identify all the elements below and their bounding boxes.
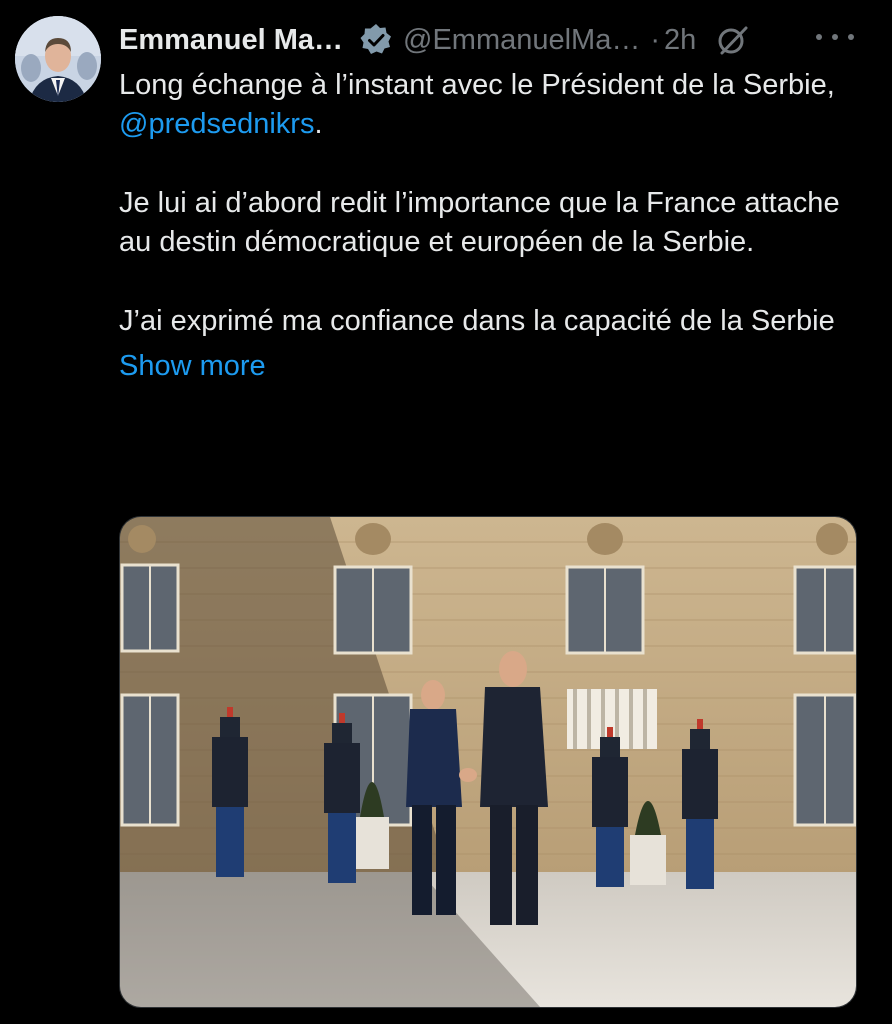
- tweet-text: Long échange à l’instant avec le Préside…: [119, 66, 859, 385]
- more-options-icon[interactable]: [816, 22, 854, 52]
- avatar[interactable]: [15, 16, 101, 102]
- tweet-photo[interactable]: [119, 516, 857, 1008]
- tweet[interactable]: Emmanuel Ma… @EmmanuelMa… · 2h Long écha…: [0, 0, 892, 1024]
- verified-badge-icon[interactable]: [359, 23, 393, 57]
- separator-dot: ·: [650, 23, 661, 56]
- paragraph-1-text: Long échange à l’instant avec le Préside…: [119, 69, 835, 101]
- paragraph-1: Long échange à l’instant avec le Préside…: [119, 66, 859, 143]
- tweet-header: Emmanuel Ma… @EmmanuelMa… · 2h: [119, 18, 862, 62]
- paragraph-3: J’ai exprimé ma confiance dans la capaci…: [119, 305, 835, 337]
- show-more-link[interactable]: Show more: [119, 347, 266, 386]
- paragraph-1-suffix: .: [314, 107, 323, 140]
- author-name[interactable]: Emmanuel Ma…: [119, 24, 343, 57]
- author-handle[interactable]: @EmmanuelMa…: [403, 24, 640, 57]
- mention-link[interactable]: @predsednikrs: [119, 108, 314, 140]
- more-dot: [832, 34, 838, 40]
- more-dot: [848, 34, 854, 40]
- timestamp[interactable]: 2h: [664, 24, 696, 57]
- more-dot: [816, 34, 822, 40]
- grok-icon[interactable]: [716, 23, 750, 57]
- paragraph-2: Je lui ai d’abord redit l’importance que…: [119, 187, 840, 258]
